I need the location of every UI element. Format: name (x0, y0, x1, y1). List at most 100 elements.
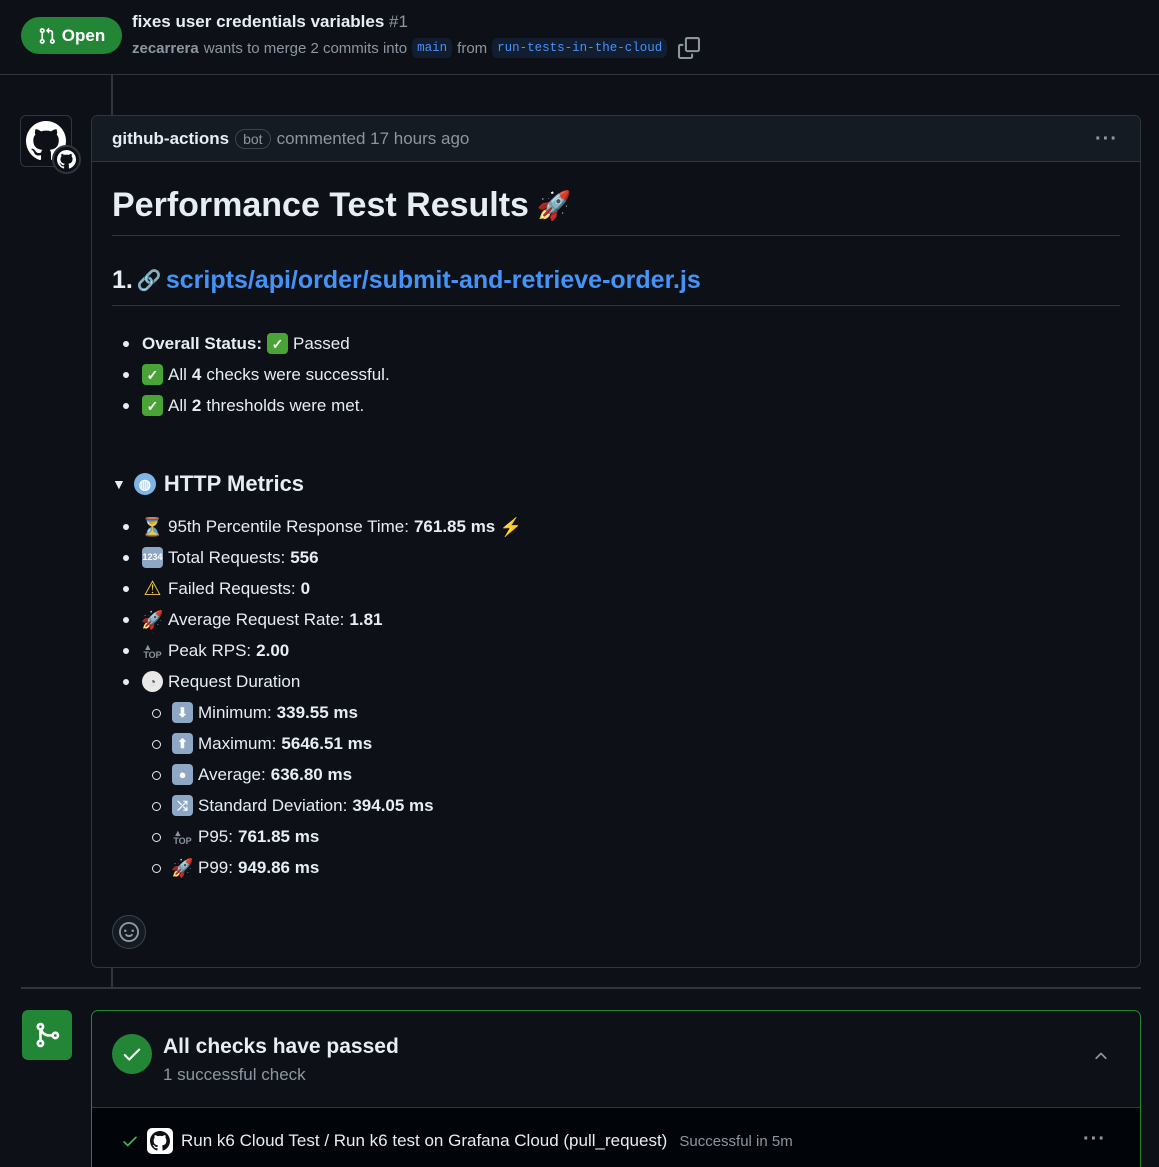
timeline-divider (21, 987, 1141, 989)
status-label: Overall Status: (142, 334, 262, 353)
p95-value: 761.85 ms (413, 517, 496, 536)
pr-state-label: Open (61, 25, 106, 45)
top-arrow-emoji: ▲ TOP (143, 641, 162, 660)
comment-header: github-actions bot commented 17 hours ag… (92, 116, 1140, 162)
timeline-line (111, 968, 113, 988)
duration-value-max: 5646.51 ms (281, 734, 373, 753)
duration-value-p95: 761.85 ms (237, 827, 320, 846)
timeline-line (111, 75, 113, 115)
duration-sublist: ⬇ Minimum: 339.55 ms ⬆ Maximum: 5646.51 … (142, 697, 1120, 883)
merge-status-icon (22, 1010, 72, 1060)
check-mark-emoji: ✓ (267, 333, 288, 354)
pr-author-link[interactable]: zecarrera (132, 40, 199, 57)
list-item: ✓ All 4 checks were successful. (112, 359, 1120, 390)
duration-label-p99: P99: (198, 858, 233, 877)
script-number: 1. (112, 266, 133, 294)
pr-state-badge: Open (21, 17, 122, 54)
shuffle-emoji: ⤮ (172, 795, 193, 816)
check-icon (123, 1136, 137, 1147)
github-actions-avatar[interactable] (20, 115, 81, 174)
clock-emoji: ◔ (142, 671, 163, 692)
status-list: Overall Status: ✓ Passed ✓ All 4 checks … (112, 328, 1120, 421)
copy-icon[interactable] (678, 37, 701, 59)
total-value: 556 (290, 548, 319, 567)
pr-meta: zecarrera wants to merge 2 commits into … (132, 37, 701, 59)
failed-value: 0 (300, 579, 311, 598)
rocket-emoji: 🚀 (141, 609, 164, 630)
p95-label: 95th Percentile Response Time: (168, 517, 409, 536)
list-item: ⏳ 95th Percentile Response Time: 761.85 … (112, 511, 1120, 542)
checks-header[interactable]: All checks have passed 1 successful chec… (92, 1011, 1140, 1108)
total-label: Total Requests: (168, 548, 286, 567)
pr-title-text: fixes user credentials variables (132, 12, 385, 31)
list-item: ⬇ Minimum: 339.55 ms (142, 697, 1120, 728)
check-circle-icon (112, 1034, 152, 1074)
comment-options-icon[interactable]: ··· (1095, 128, 1118, 151)
duration-label-p95: P95: (198, 827, 233, 846)
pr-number: #1 (389, 12, 408, 31)
peak-value: 2.00 (256, 641, 290, 660)
pr-merge-text: wants to merge 2 commits into (203, 39, 408, 57)
thresholds-count: 2 (191, 396, 202, 415)
checks-post: checks were successful. (206, 365, 390, 384)
http-metrics-list: ⏳ 95th Percentile Response Time: 761.85 … (112, 511, 1120, 697)
duration-value-min: 339.55 ms (276, 703, 358, 722)
duration-label-max: Maximum: (198, 734, 277, 753)
globe-emoji: ◍ (133, 473, 156, 495)
github-mark-icon (57, 150, 76, 169)
comment-body: Performance Test Results 🚀 1. 🔗 scripts/… (92, 186, 1140, 883)
add-reaction-button[interactable] (112, 915, 146, 949)
lightning-emoji: ⚡ (499, 516, 522, 537)
warning-emoji: ⚠ (143, 577, 162, 600)
comment-author-link[interactable]: github-actions (112, 129, 229, 149)
list-item: ✓ All 2 thresholds were met. (112, 390, 1120, 421)
duration-row: ◔ Request Duration (142, 666, 300, 697)
checks-subtitle: 1 successful check (163, 1065, 306, 1084)
pr-header: Open fixes user credentials variables #1… (0, 0, 1159, 75)
duration-value-std: 394.05 ms (352, 796, 434, 815)
script-link[interactable]: scripts/api/order/submit-and-retrieve-or… (166, 266, 701, 295)
chevron-up-icon[interactable] (1092, 1047, 1110, 1065)
comment-timestamp[interactable]: commented 17 hours ago (277, 129, 470, 149)
list-item: 🚀 Average Request Rate: 1.81 (112, 604, 1120, 635)
duration-label-min: Minimum: (198, 703, 272, 722)
github-mark-icon (147, 1128, 173, 1154)
git-merge-icon (36, 1022, 60, 1048)
disclosure-triangle-icon: ▼ (112, 476, 126, 492)
script-heading: 1. 🔗 scripts/api/order/submit-and-retrie… (112, 266, 1120, 306)
pull-request-icon (39, 27, 55, 44)
failed-label: Failed Requests: (168, 579, 296, 598)
list-item: ⬆ Maximum: 5646.51 ms (142, 728, 1120, 759)
list-item: ⚠ Failed Requests: 0 (112, 573, 1120, 604)
rocket-emoji: 🚀 (171, 857, 194, 878)
list-item: ● Average: 636.80 ms (142, 759, 1120, 790)
list-item: ▲ TOP Peak RPS: 2.00 (112, 635, 1120, 666)
check-options-icon[interactable]: ··· (1083, 1128, 1106, 1151)
thresholds-pre: All (168, 396, 187, 415)
check-mark-emoji: ✓ (142, 395, 163, 416)
check-run-row[interactable]: Run k6 Cloud Test / Run k6 test on Grafa… (92, 1108, 1140, 1167)
pr-from-text: from (457, 39, 488, 57)
hourglass-emoji: ⏳ (141, 516, 164, 537)
arrow-down-emoji: ⬇ (172, 702, 193, 723)
list-item: ⤮ Standard Deviation: 394.05 ms (142, 790, 1120, 821)
checks-panel: All checks have passed 1 successful chec… (91, 1010, 1141, 1167)
comment-box: github-actions bot commented 17 hours ag… (91, 115, 1141, 968)
results-heading-text: Performance Test Results (112, 186, 529, 224)
check-run-name[interactable]: Run k6 Cloud Test / Run k6 test on Grafa… (181, 1131, 667, 1151)
list-item: ◔ Request Duration (112, 666, 1120, 697)
peak-label: Peak RPS: (168, 641, 252, 660)
duration-label-avg: Average: (198, 765, 266, 784)
app-badge (52, 145, 81, 174)
avg-rate-label: Average Request Rate: (168, 610, 345, 629)
head-branch-tag[interactable]: run-tests-in-the-cloud (492, 38, 668, 58)
base-branch-tag[interactable]: main (412, 38, 453, 58)
numbers-emoji: 1234 (142, 547, 163, 568)
http-metrics-summary[interactable]: ▼ ◍ HTTP Metrics (112, 471, 1120, 497)
list-item: ▲ TOP P95: 761.85 ms (142, 821, 1120, 852)
list-item: 🚀 P99: 949.86 ms (142, 852, 1120, 883)
list-item: Overall Status: ✓ Passed (112, 328, 1120, 359)
avg-rate-value: 1.81 (349, 610, 383, 629)
rocket-emoji: 🚀 (536, 189, 572, 221)
status-value: Passed (293, 334, 350, 353)
